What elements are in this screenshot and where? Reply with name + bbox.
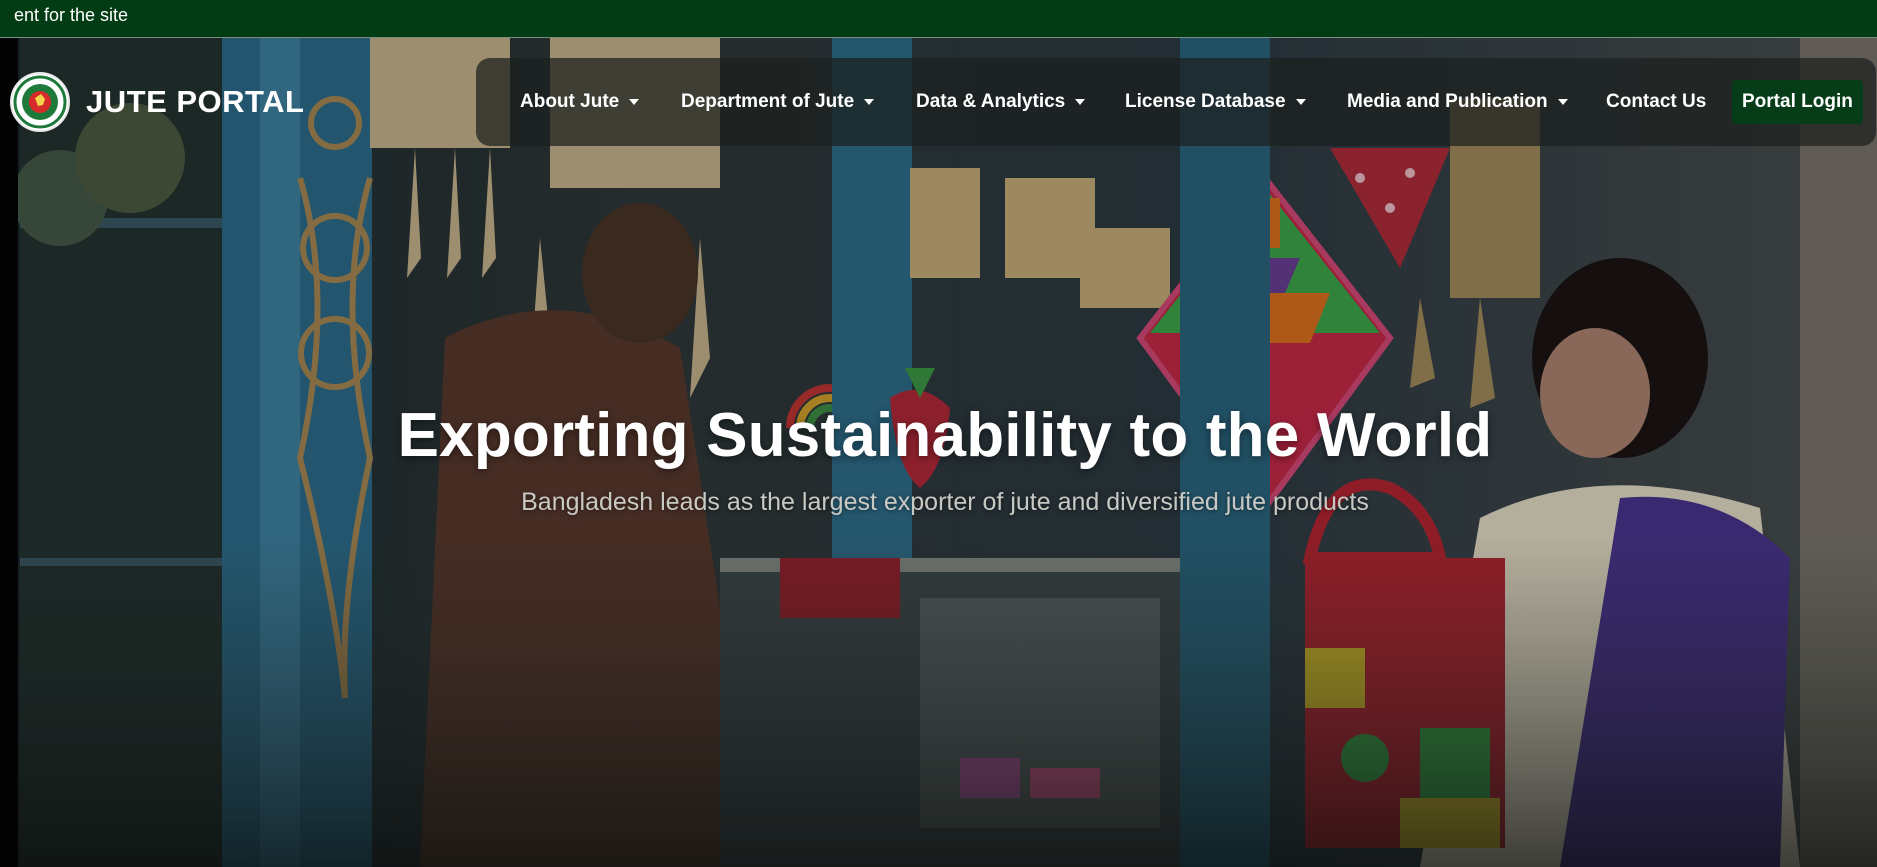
nav-item-label: Contact Us [1606, 91, 1707, 112]
nav-department-of-jute[interactable]: Department of Jute [681, 58, 875, 146]
bangladesh-govt-seal-icon [10, 72, 70, 132]
hero-banner: JUTE PORTAL About Jute Department of Jut… [0, 38, 1877, 867]
nav-media-publication[interactable]: Media and Publication [1347, 58, 1568, 146]
nav-item-label: Department of Jute [681, 91, 855, 112]
caret-down-icon [1557, 99, 1568, 105]
nav-license-database[interactable]: License Database [1125, 58, 1306, 146]
announcement-ticker: ent for the site [0, 0, 1877, 38]
nav-about-jute[interactable]: About Jute [520, 58, 640, 146]
nav-data-analytics[interactable]: Data & Analytics [916, 58, 1086, 146]
nav-contact-us[interactable]: Contact Us [1606, 58, 1706, 146]
hero-headline: Exporting Sustainability to the World [397, 401, 1493, 470]
caret-down-icon [629, 99, 640, 105]
nav-item-label: Data & Analytics [916, 91, 1066, 112]
nav-item-label: About Jute [520, 91, 620, 112]
site-brand[interactable]: JUTE PORTAL [10, 72, 305, 132]
caret-down-icon [864, 99, 875, 105]
portal-login-button[interactable]: Portal Login [1732, 80, 1863, 124]
main-navigation: About Jute Department of Jute Data & Ana… [476, 58, 1876, 146]
nav-item-label: License Database [1125, 91, 1286, 112]
caret-down-icon [1075, 99, 1086, 105]
site-title: JUTE PORTAL [86, 84, 305, 119]
caret-down-icon [1295, 99, 1306, 105]
hero-subheadline: Bangladesh leads as the largest exporter… [521, 488, 1369, 516]
nav-item-label: Media and Publication [1347, 91, 1548, 112]
announcement-text: ent for the site [14, 5, 129, 25]
